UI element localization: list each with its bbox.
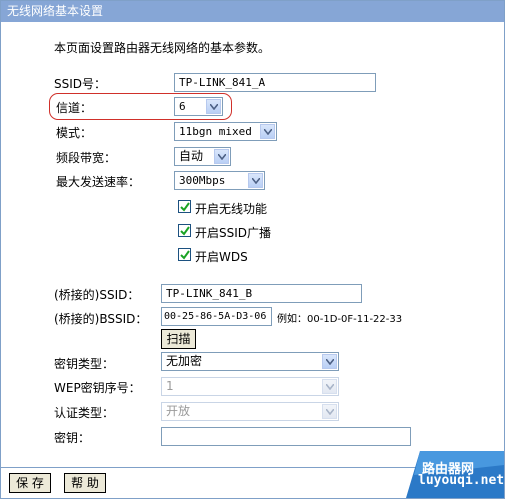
window-title: 无线网络基本设置 — [1, 1, 504, 22]
bridged-bssid-label: (桥接的)BSSID： — [54, 312, 148, 326]
watermark-line2: luyouqi.net — [418, 473, 504, 488]
ssid-broadcast-label: 开启SSID广播 — [195, 226, 272, 240]
ssid-broadcast-checkbox[interactable] — [178, 224, 191, 237]
check-icon — [180, 226, 190, 236]
check-icon — [180, 202, 190, 212]
help-button[interactable]: 帮 助 — [64, 473, 106, 493]
check-icon — [180, 250, 190, 260]
wep-index-select[interactable]: 1 — [161, 377, 339, 396]
wireless-enable-label: 开启无线功能 — [195, 202, 268, 216]
chevron-down-icon — [214, 149, 229, 164]
max-rate-label: 最大发送速率： — [56, 175, 141, 189]
mode-select[interactable]: 11bgn mixed — [174, 122, 277, 141]
chevron-down-icon — [206, 99, 221, 114]
bridged-ssid-input[interactable]: TP-LINK_841_B — [161, 284, 362, 303]
key-type-value: 无加密 — [166, 354, 203, 368]
bssid-example-text: 例如：00-1D-0F-11-22-33 — [277, 314, 403, 325]
channel-label: 信道： — [56, 101, 93, 115]
channel-select[interactable]: 6 — [174, 97, 223, 116]
key-input[interactable] — [161, 427, 411, 446]
chevron-down-icon — [260, 124, 275, 139]
chevron-down-icon — [322, 379, 337, 394]
key-label: 密钥： — [54, 431, 91, 445]
bandwidth-value: 自动 — [179, 149, 204, 163]
wds-enable-checkbox[interactable] — [178, 248, 191, 261]
chevron-down-icon — [248, 173, 263, 188]
wep-index-label: WEP密钥序号： — [54, 381, 141, 395]
bridged-bssid-input[interactable]: 00-25-86-5A-D3-06 — [161, 307, 272, 326]
key-type-label: 密钥类型： — [54, 357, 115, 371]
scan-button[interactable]: 扫描 — [161, 329, 196, 349]
key-type-select[interactable]: 无加密 — [161, 352, 339, 371]
max-rate-value: 300Mbps — [179, 174, 226, 187]
save-button[interactable]: 保 存 — [9, 473, 51, 493]
mode-value: 11bgn mixed — [179, 125, 252, 138]
auth-type-select[interactable]: 开放 — [161, 402, 339, 421]
max-rate-select[interactable]: 300Mbps — [174, 171, 265, 190]
channel-value: 6 — [179, 100, 186, 113]
bridged-ssid-label: (桥接的)SSID： — [54, 288, 140, 302]
auth-type-label: 认证类型： — [54, 406, 115, 420]
chevron-down-icon — [322, 354, 337, 369]
chevron-down-icon — [322, 404, 337, 419]
ssid-label: SSID号： — [54, 77, 107, 91]
ssid-input[interactable]: TP-LINK_841_A — [174, 73, 376, 92]
intro-text: 本页面设置路由器无线网络的基本参数。 — [54, 41, 271, 55]
auth-type-value: 开放 — [166, 404, 191, 418]
bandwidth-select[interactable]: 自动 — [174, 147, 231, 166]
mode-label: 模式： — [56, 126, 93, 140]
bandwidth-label: 频段带宽： — [56, 151, 117, 165]
wep-index-value: 1 — [166, 379, 174, 393]
wds-enable-label: 开启WDS — [195, 250, 248, 264]
settings-window: 无线网络基本设置 本页面设置路由器无线网络的基本参数。 SSID号： TP-LI… — [0, 0, 505, 499]
site-watermark: 路由器网 luyouqi.net — [406, 451, 504, 498]
wireless-enable-checkbox[interactable] — [178, 200, 191, 213]
